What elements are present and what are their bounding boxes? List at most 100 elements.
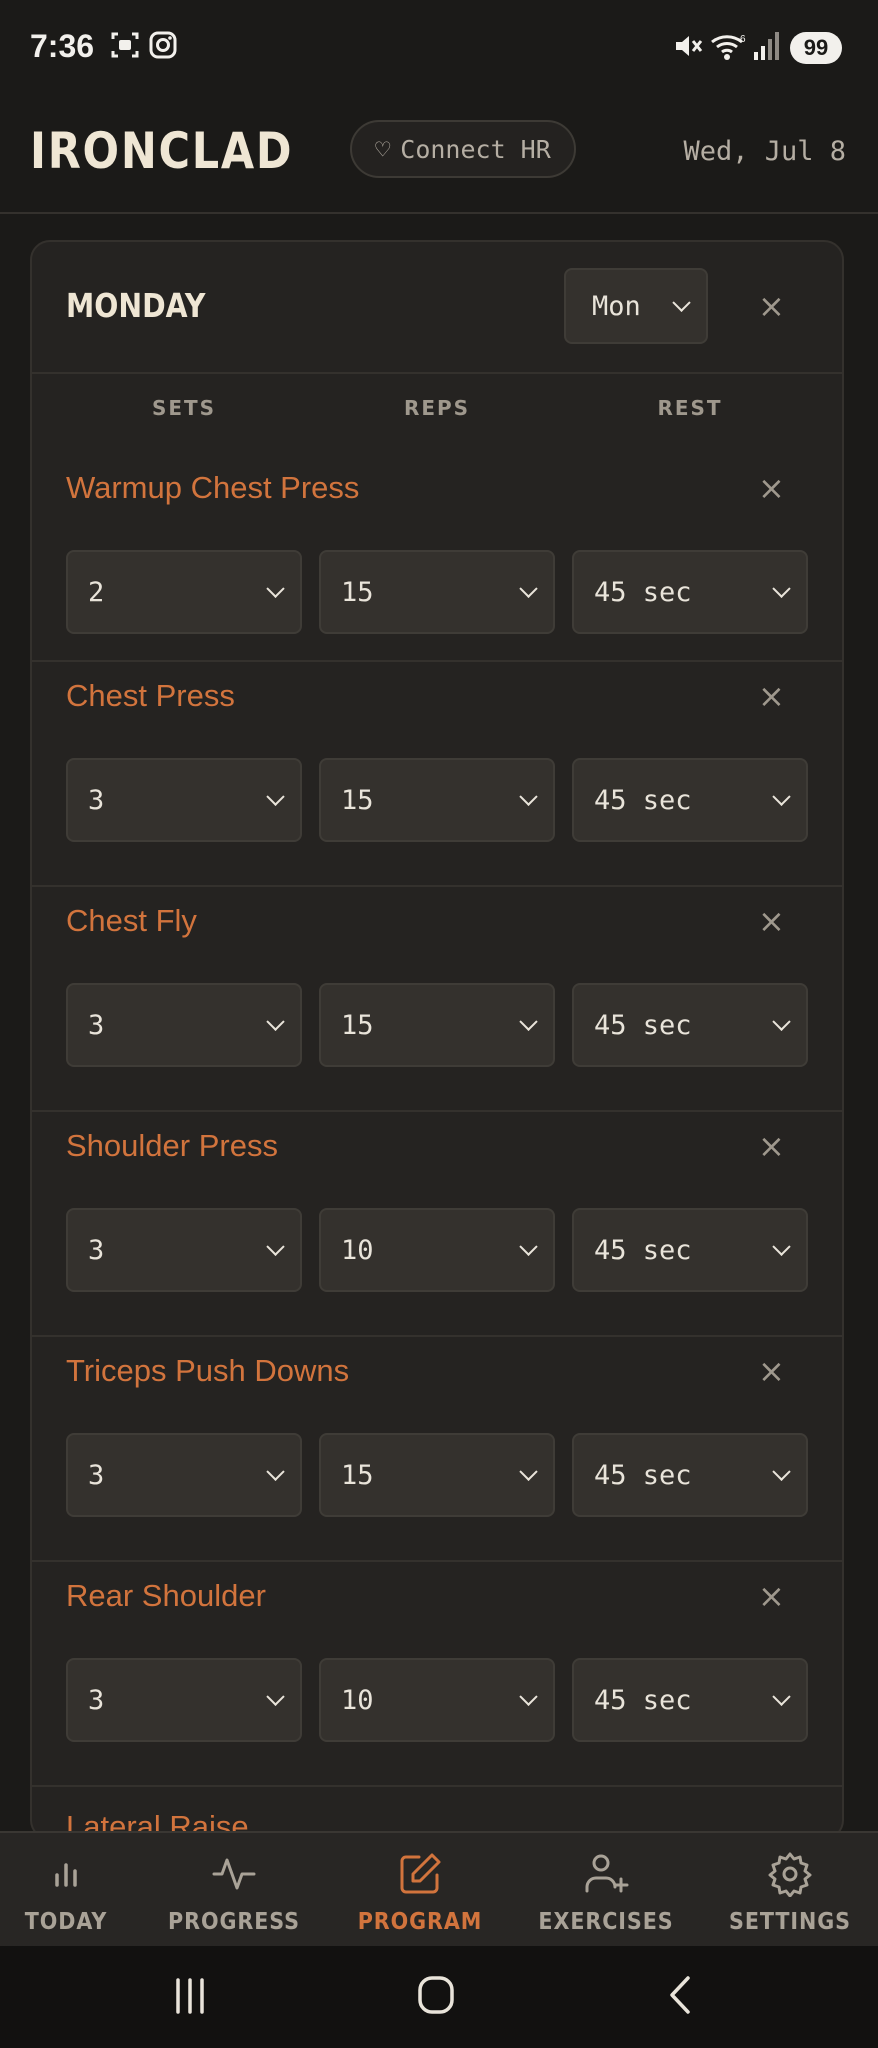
home-icon[interactable] (416, 1974, 456, 2016)
chevron-down-icon (266, 1237, 285, 1256)
day-select-value: Mon (592, 290, 641, 322)
chevron-down-icon (519, 579, 538, 598)
reps-select[interactable]: 15 (319, 550, 555, 634)
rest-value: 45 sec (594, 784, 692, 816)
header-date: Wed, Jul 8 (683, 136, 846, 167)
exercise-name[interactable]: Chest Press (66, 678, 235, 714)
wifi-icon: 6 (711, 34, 746, 60)
status-time: 7:36 (30, 28, 95, 64)
rest-select[interactable]: 45 sec (572, 983, 808, 1067)
reps-select[interactable]: 15 (319, 758, 555, 842)
svg-text:6: 6 (740, 34, 746, 45)
chevron-down-icon (772, 1012, 791, 1031)
nav-program[interactable]: PROGRAM (332, 1851, 508, 1935)
reps-value: 10 (341, 1234, 374, 1266)
heart-icon: ♡ (375, 134, 391, 164)
exercise-name[interactable]: Rear Shoulder (66, 1578, 266, 1614)
nav-progress[interactable]: PROGRESS (146, 1851, 322, 1935)
rest-select[interactable]: 45 sec (572, 1433, 808, 1517)
exercise-name[interactable]: Shoulder Press (66, 1128, 278, 1164)
sets-value: 2 (88, 576, 105, 608)
reps-value: 15 (341, 1459, 374, 1491)
nav-label: EXERCISES (538, 1909, 674, 1935)
chevron-down-icon (519, 1237, 538, 1256)
nav-label: TODAY (24, 1909, 108, 1935)
chevron-down-icon (519, 1687, 538, 1706)
rest-select[interactable]: 45 sec (572, 1208, 808, 1292)
sets-select[interactable]: 3 (66, 1433, 302, 1517)
sets-value: 3 (88, 784, 105, 816)
activity-icon (212, 1858, 256, 1890)
chevron-down-icon (266, 787, 285, 806)
reps-select[interactable]: 10 (319, 1208, 555, 1292)
reps-value: 15 (341, 576, 374, 608)
bar-chart-icon (55, 1863, 77, 1887)
instagram-icon (149, 31, 177, 59)
rest-value: 45 sec (594, 1459, 692, 1491)
day-card-header: MONDAY Mon × (32, 242, 842, 374)
exercise-row: Chest Press × 3 15 45 sec (32, 662, 842, 887)
chevron-down-icon (266, 1687, 285, 1706)
sets-value: 3 (88, 1684, 105, 1716)
rest-select[interactable]: 45 sec (572, 550, 808, 634)
reps-select[interactable]: 15 (319, 1433, 555, 1517)
system-nav-bar (0, 1946, 878, 2048)
chevron-down-icon (266, 579, 285, 598)
rest-select[interactable]: 45 sec (572, 758, 808, 842)
recent-apps-icon[interactable] (172, 1976, 208, 2016)
nav-label: PROGRESS (168, 1909, 300, 1935)
sets-select[interactable]: 3 (66, 1208, 302, 1292)
chevron-down-icon (672, 293, 691, 312)
reps-value: 15 (341, 784, 374, 816)
edit-icon (400, 1853, 441, 1894)
chevron-down-icon (772, 1687, 791, 1706)
sets-select[interactable]: 3 (66, 758, 302, 842)
sets-value: 3 (88, 1459, 105, 1491)
reps-select[interactable]: 15 (319, 983, 555, 1067)
remove-exercise-button[interactable]: × (758, 1130, 785, 1162)
remove-day-button[interactable]: × (758, 290, 785, 322)
remove-exercise-button[interactable]: × (758, 680, 785, 712)
rest-value: 45 sec (594, 1009, 692, 1041)
screenshot-icon (111, 32, 139, 58)
remove-exercise-button[interactable]: × (758, 1355, 785, 1387)
connect-hr-label: Connect HR (400, 134, 551, 164)
chevron-down-icon (772, 579, 791, 598)
nav-exercises[interactable]: EXERCISES (518, 1851, 694, 1935)
remove-exercise-button[interactable]: × (758, 1580, 785, 1612)
exercise-row: Chest Fly × 3 15 45 sec (32, 887, 842, 1112)
signal-icon (754, 32, 779, 60)
rest-value: 45 sec (594, 1234, 692, 1266)
sets-value: 3 (88, 1009, 105, 1041)
nav-settings[interactable]: SETTINGS (702, 1851, 878, 1935)
app-title: IRONCLAD (30, 122, 294, 180)
back-icon[interactable] (666, 1974, 696, 2016)
chevron-down-icon (772, 1237, 791, 1256)
chevron-down-icon (772, 787, 791, 806)
chevron-down-icon (266, 1012, 285, 1031)
remove-exercise-button[interactable]: × (758, 472, 785, 504)
nav-today[interactable]: TODAY (0, 1851, 154, 1935)
reps-select[interactable]: 10 (319, 1658, 555, 1742)
connect-hr-button[interactable]: ♡ Connect HR (350, 120, 576, 178)
sets-select[interactable]: 3 (66, 983, 302, 1067)
day-title: MONDAY (66, 286, 206, 325)
sets-select[interactable]: 2 (66, 550, 302, 634)
app-header: IRONCLAD ♡ Connect HR Wed, Jul 8 (0, 96, 878, 214)
sets-value: 3 (88, 1234, 105, 1266)
exercise-name[interactable]: Chest Fly (66, 903, 197, 939)
sets-select[interactable]: 3 (66, 1658, 302, 1742)
exercise-row: Warmup Chest Press × 2 15 45 sec (32, 446, 842, 662)
exercise-row: Shoulder Press × 3 10 45 sec (32, 1112, 842, 1337)
mute-icon (676, 36, 703, 56)
exercise-name[interactable]: Warmup Chest Press (66, 470, 359, 506)
chevron-down-icon (519, 1012, 538, 1031)
sets-header: SETS (151, 396, 217, 420)
exercise-name[interactable]: Triceps Push Downs (66, 1353, 349, 1389)
chevron-down-icon (519, 1462, 538, 1481)
rest-select[interactable]: 45 sec (572, 1658, 808, 1742)
remove-exercise-button[interactable]: × (758, 905, 785, 937)
bottom-nav: TODAY PROGRESS PROGRAM EXERCISES SETTING… (0, 1831, 878, 1946)
reps-value: 10 (341, 1684, 374, 1716)
day-select[interactable]: Mon (564, 268, 708, 344)
